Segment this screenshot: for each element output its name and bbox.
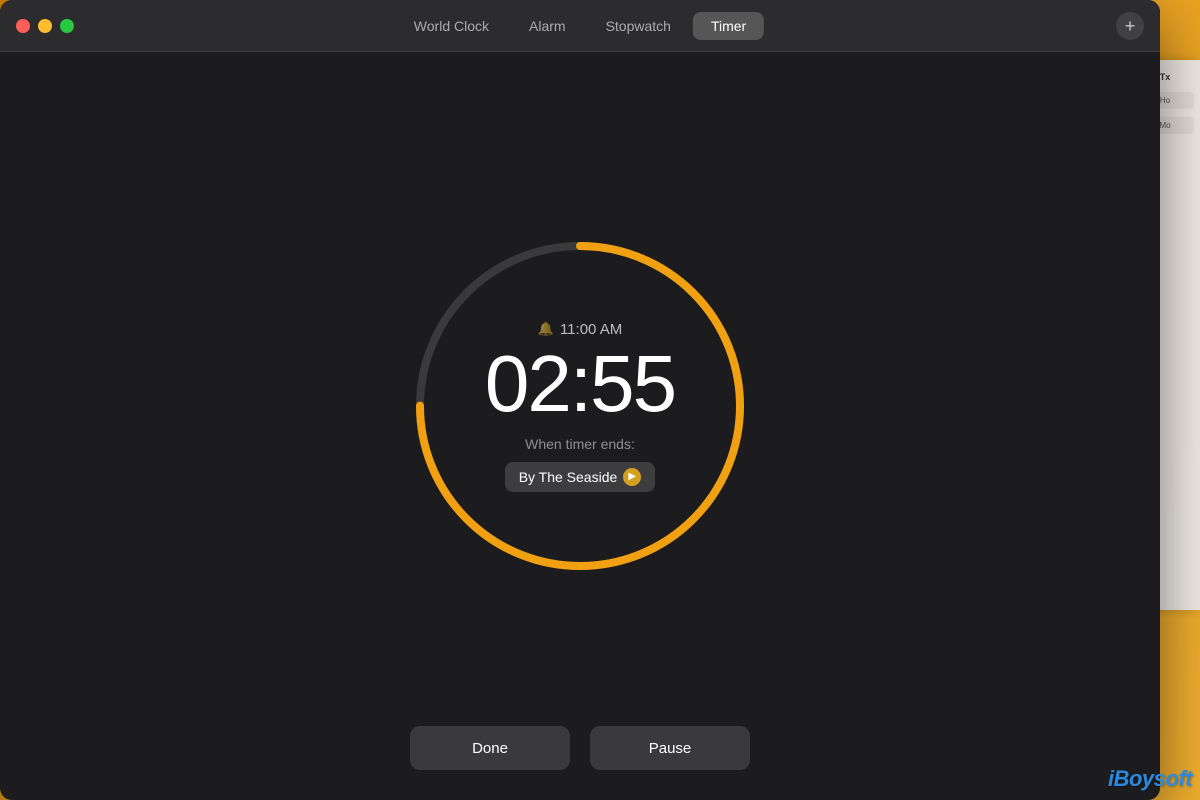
tab-world-clock[interactable]: World Clock	[396, 12, 507, 40]
timer-display: 02:55	[485, 344, 675, 424]
bell-icon: 🔔	[538, 321, 554, 337]
sound-icon: ▶	[623, 468, 641, 486]
watermark: iBoysoft	[1108, 766, 1192, 792]
window-controls	[16, 19, 74, 33]
timer-info: 🔔 11:00 AM 02:55 When timer ends: By The…	[485, 321, 675, 492]
timer-ends-label: When timer ends:	[525, 436, 635, 452]
watermark-suffix: Boysoft	[1114, 766, 1192, 791]
tab-timer[interactable]: Timer	[693, 12, 764, 40]
alarm-time-text: 11:00 AM	[560, 321, 622, 338]
tab-bar: World Clock Alarm Stopwatch Timer	[396, 12, 764, 40]
timer-container: 🔔 11:00 AM 02:55 When timer ends: By The…	[400, 226, 760, 586]
minimize-button[interactable]	[38, 19, 52, 33]
done-button[interactable]: Done	[410, 726, 570, 770]
clock-window: World Clock Alarm Stopwatch Timer + 🔔 11…	[0, 0, 1160, 800]
title-bar: World Clock Alarm Stopwatch Timer +	[0, 0, 1160, 52]
close-button[interactable]	[16, 19, 30, 33]
timer-sound-button[interactable]: By The Seaside ▶	[505, 462, 656, 492]
bottom-buttons: Done Pause	[410, 726, 750, 770]
add-button[interactable]: +	[1116, 12, 1144, 40]
alarm-time: 🔔 11:00 AM	[538, 321, 622, 338]
maximize-button[interactable]	[60, 19, 74, 33]
sound-name-text: By The Seaside	[519, 469, 618, 485]
tab-alarm[interactable]: Alarm	[511, 12, 584, 40]
pause-button[interactable]: Pause	[590, 726, 750, 770]
tab-stopwatch[interactable]: Stopwatch	[588, 12, 689, 40]
main-content: 🔔 11:00 AM 02:55 When timer ends: By The…	[0, 52, 1160, 800]
